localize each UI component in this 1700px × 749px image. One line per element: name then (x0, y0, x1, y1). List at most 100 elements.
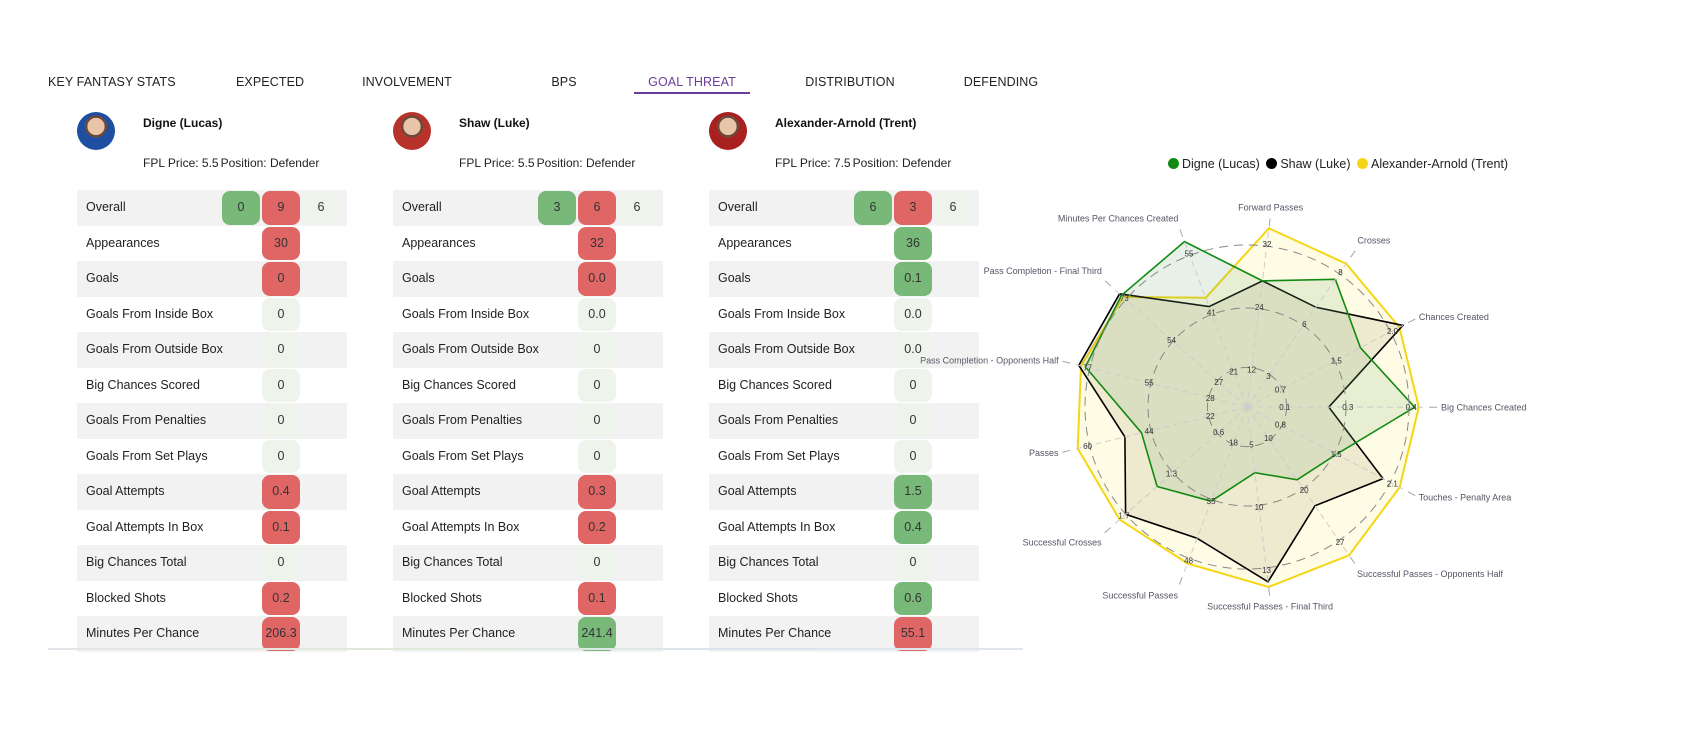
row-label: Goal Attempts (86, 484, 165, 498)
axis-label-leader (1104, 527, 1111, 534)
overall-score-badge: 6 (934, 191, 972, 225)
table-row: Blocked Shots 0.1 (393, 581, 663, 617)
stat-value-badge: 241.4 (578, 617, 616, 651)
row-label: Appearances (402, 235, 476, 250)
series-polygon-shaw-luke (1077, 280, 1405, 583)
row-label: Goals From Outside Box (86, 342, 223, 356)
axis-tick-label: 20 (1300, 486, 1309, 495)
row-label: Goals (718, 271, 751, 285)
player-meta: FPL Price: 5.5 Position: Defender (143, 156, 319, 170)
axis-label: Pass Completion - Final Third (984, 266, 1102, 276)
tab-distribution[interactable]: DISTRIBUTION (804, 66, 896, 94)
axis-label: Passes (1029, 448, 1059, 458)
overall-score-badge: 0 (222, 191, 260, 225)
series-polygon-alexander-arnold-trent (1076, 227, 1420, 589)
row-label: Overall (402, 200, 442, 214)
row-label: Goal Attempts In Box (718, 519, 836, 534)
axis-tick-label: 32 (1263, 240, 1272, 249)
player-avatar (77, 112, 115, 150)
legend-item-digne[interactable]: Digne (Lucas) (1168, 157, 1260, 171)
stat-value-badge: 0.0 (894, 333, 932, 367)
player-name[interactable]: Digne (Lucas) (143, 116, 222, 130)
axis-tick-label: 41 (1207, 309, 1216, 318)
axis-tick-label: 21 (1229, 368, 1238, 377)
stat-value-badge: 0.4 (894, 510, 932, 544)
table-row: Appearances 36 (709, 226, 979, 262)
tab-goal-threat[interactable]: GOAL THREAT (634, 66, 750, 94)
legend-label: Digne (Lucas) (1182, 157, 1260, 171)
stat-value-badge: 0 (578, 404, 616, 438)
axis-tick-label: 0.8 (1275, 421, 1287, 430)
axis-spoke (1246, 258, 1350, 408)
grid-circle (1084, 244, 1410, 570)
row-label: Goals From Penalties (402, 413, 523, 427)
stat-value-badge: 0 (262, 368, 300, 402)
table-row: Goal Attempts In Box 0.2 (393, 510, 663, 546)
player-position: Position: Defender (220, 156, 320, 170)
tab-expected[interactable]: EXPECTED (236, 66, 304, 94)
table-row: Big Chances Scored 0 (709, 368, 979, 404)
axis-label: Successful Passes - Opponents Half (1357, 569, 1504, 579)
axis-tick-label: 12 (1247, 365, 1256, 374)
axis-tick-label: 73 (1120, 294, 1129, 303)
axis-label: Crosses (1357, 235, 1391, 245)
table-row: Appearances 30 (77, 226, 347, 262)
category-tabs: KEY FANTASY STATS EXPECTED INVOLVEMENT B… (48, 66, 1048, 96)
table-row: Goals From Inside Box 0.0 (709, 297, 979, 333)
player-header: Shaw (Luke) FPL Price: 5.5 Position: Defen… (393, 106, 663, 186)
player-price: FPL Price: 7.5 (775, 156, 851, 170)
stat-value-badge: 0 (894, 546, 932, 580)
stat-value-badge: 30 (262, 226, 300, 260)
stat-value-badge: 0.6 (894, 581, 932, 615)
axis-tick-label: 55 (1185, 249, 1194, 258)
player-name[interactable]: Shaw (Luke) (459, 116, 530, 130)
stat-value-badge: 0 (578, 546, 616, 580)
axis-label: Chances Created (1419, 312, 1489, 322)
tab-involvement[interactable]: INVOLVEMENT (362, 66, 452, 94)
player-card: Digne (Lucas) FPL Price: 5.5 Position: Def… (77, 106, 347, 652)
stat-value-badge: 0.1 (578, 581, 616, 615)
axis-label: Big Chances Created (1441, 402, 1527, 412)
legend-item-shaw[interactable]: Shaw (Luke) (1266, 157, 1351, 171)
stat-value-badge: 0.1 (262, 510, 300, 544)
axis-tick-label: 1.7 (1118, 512, 1130, 521)
legend-item-alexander-arnold[interactable]: Alexander-Arnold (Trent) (1356, 157, 1508, 171)
table-row: Minutes Per Chance 206.3 (77, 616, 347, 652)
row-label: Big Chances Scored (86, 377, 200, 392)
overall-score-badge: 3 (894, 191, 932, 225)
row-label: Goals From Penalties (86, 413, 207, 427)
stat-value-badge: 0 (262, 439, 300, 473)
legend-dot-icon (1168, 158, 1179, 169)
axis-label: Minutes Per Chances Created (1058, 214, 1179, 224)
stat-value-badge: 0.0 (894, 297, 932, 331)
stat-value-badge: 55.1 (894, 617, 932, 651)
table-row: Blocked Shots 0.2 (77, 581, 347, 617)
axis-tick-label: 22 (1206, 412, 1215, 421)
table-row: Goal Attempts 0.3 (393, 474, 663, 510)
axis-label-leader (1268, 218, 1271, 227)
row-label: Minutes Per Chance (86, 626, 200, 640)
row-label: Goal Attempts (402, 484, 481, 498)
axis-tick-label: 3 (1266, 372, 1271, 381)
row-label: Blocked Shots (718, 590, 798, 605)
stat-value-badge: 0.4 (262, 475, 300, 509)
tab-key-fantasy-stats[interactable]: KEY FANTASY STATS (48, 66, 178, 94)
axis-spoke (1112, 287, 1248, 408)
table-row: Goals 0.1 (709, 261, 979, 297)
axis-spoke (1182, 238, 1248, 408)
stats-table: Overall 6 3 6 Appearances 36 Goals 0.1 Goals Fro… (709, 190, 979, 652)
axis-spoke (1072, 406, 1248, 451)
stat-value-badge: 0 (894, 404, 932, 438)
stat-value-badge: 0.1 (894, 262, 932, 296)
axis-tick-label: 27 (1336, 538, 1345, 547)
tab-bps[interactable]: BPS (548, 66, 580, 94)
stat-value-badge: 36 (894, 226, 932, 260)
table-row: Big Chances Scored 0 (77, 368, 347, 404)
series-polygon-digne-lucas (1084, 240, 1416, 503)
player-name[interactable]: Alexander-Arnold (Trent) (775, 116, 916, 130)
row-label: Goals From Penalties (718, 413, 839, 427)
tab-defending[interactable]: DEFENDING (962, 66, 1040, 94)
axis-spoke (1246, 323, 1407, 408)
grid-circle (1206, 366, 1288, 448)
row-label: Goals From Set Plays (86, 448, 208, 463)
